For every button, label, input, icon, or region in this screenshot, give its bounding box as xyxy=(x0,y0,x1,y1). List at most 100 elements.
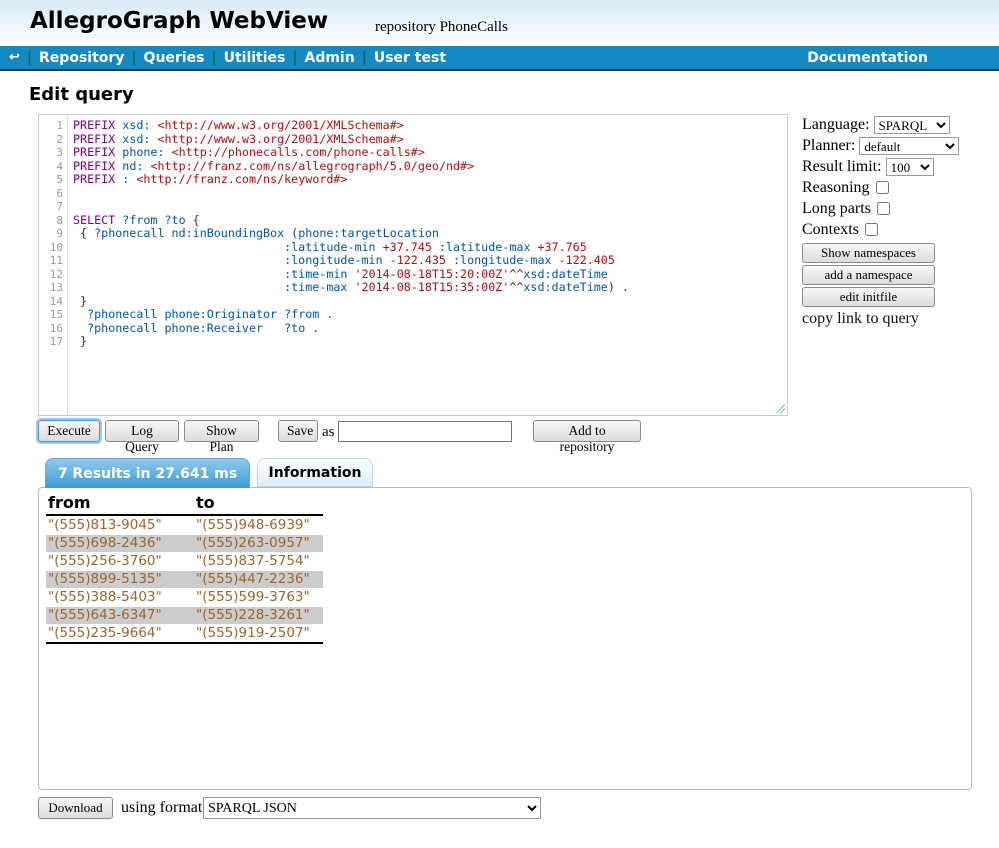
using-format-label: using format xyxy=(121,799,202,817)
code-line: PREFIX xsd: <http://www.w3.org/2001/XMLS… xyxy=(73,133,787,147)
table-cell: "(555)698-2436" xyxy=(46,535,194,552)
code-line xyxy=(73,187,787,201)
results-body: "(555)813-9045""(555)948-6939""(555)698-… xyxy=(46,517,323,644)
code-line: PREFIX phone: <http://phonecalls.com/pho… xyxy=(73,146,787,160)
editor-code[interactable]: PREFIX xsd: <http://www.w3.org/2001/XMLS… xyxy=(68,115,787,415)
table-row: "(555)643-6347""(555)228-3261" xyxy=(46,607,323,624)
result-limit-select[interactable]: 100 xyxy=(886,158,934,176)
save-name-input[interactable] xyxy=(338,421,512,442)
table-cell: "(555)235-9664" xyxy=(46,625,194,644)
tab-results[interactable]: 7 Results in 27.641 ms xyxy=(45,458,250,488)
language-row: Language: SPARQL xyxy=(802,114,994,135)
line-number: 13 xyxy=(39,281,63,295)
reasoning-label: Reasoning xyxy=(802,179,870,197)
table-row: "(555)813-9045""(555)948-6939" xyxy=(46,517,323,534)
app-title: AllegroGraph WebView xyxy=(30,8,328,34)
page: AllegroGraph WebView repository PhoneCal… xyxy=(0,0,999,848)
line-number: 9 xyxy=(39,227,63,241)
table-row: "(555)388-5403""(555)599-3763" xyxy=(46,589,323,606)
line-number: 17 xyxy=(39,335,63,349)
code-line: ?phonecall phone:Originator ?from . xyxy=(73,308,787,322)
line-number: 8 xyxy=(39,214,63,228)
language-label: Language: xyxy=(802,116,870,134)
query-editor[interactable]: 1234567891011121314151617 PREFIX xsd: <h… xyxy=(38,114,788,416)
code-line: { ?phonecall nd:inBoundingBox (phone:tar… xyxy=(73,227,787,241)
reasoning-checkbox[interactable] xyxy=(876,181,889,194)
checkbox-row: Long parts xyxy=(802,198,994,219)
results-table: fromto "(555)813-9045""(555)948-6939""(5… xyxy=(46,492,323,645)
code-line xyxy=(73,200,787,214)
table-cell: "(555)388-5403" xyxy=(46,589,194,606)
options-checkboxes: ReasoningLong partsContexts xyxy=(802,177,994,240)
table-cell: "(555)599-3763" xyxy=(194,589,323,606)
table-row: "(555)235-9664""(555)919-2507" xyxy=(46,625,323,644)
table-cell: "(555)263-0957" xyxy=(194,535,323,552)
nav-bar: ↩ |Repository|Queries|Utilities|Admin|Us… xyxy=(0,46,999,71)
nav-separator: | xyxy=(362,50,367,66)
line-number: 14 xyxy=(39,295,63,309)
tab-information[interactable]: Information xyxy=(257,458,373,487)
edit-initfile-button[interactable]: edit initfile xyxy=(802,287,935,307)
contexts-checkbox[interactable] xyxy=(865,223,878,236)
code-line: PREFIX nd: <http://franz.com/ns/allegrog… xyxy=(73,160,787,174)
table-cell: "(555)948-6939" xyxy=(194,517,323,534)
save-button[interactable]: Save xyxy=(278,420,318,442)
planner-select[interactable]: default xyxy=(859,137,959,155)
nav-item-admin[interactable]: Admin xyxy=(304,50,354,66)
code-line: } xyxy=(73,335,787,349)
add-a-namespace-button[interactable]: add a namespace xyxy=(802,265,935,285)
table-row: "(555)899-5135""(555)447-2236" xyxy=(46,571,323,588)
table-cell: "(555)228-3261" xyxy=(194,607,323,624)
actions-row: Execute Log Query Show Plan Save as Add … xyxy=(0,420,999,444)
line-number: 1 xyxy=(39,119,63,133)
execute-button[interactable]: Execute xyxy=(38,420,100,442)
table-cell: "(555)837-5754" xyxy=(194,553,323,570)
query-options-panel: Language: SPARQL Planner: default Result… xyxy=(802,114,994,328)
code-line: PREFIX : <http://franz.com/ns/keyword#> xyxy=(73,173,787,187)
save-as-label: as xyxy=(322,424,335,441)
column-header-to: to xyxy=(194,493,323,516)
results-header-row: fromto xyxy=(46,493,323,516)
result-limit-label: Result limit: xyxy=(802,158,882,176)
code-line: :latitude-min +37.745 :latitude-max +37.… xyxy=(73,241,787,255)
line-number: 11 xyxy=(39,254,63,268)
show-namespaces-button[interactable]: Show namespaces xyxy=(802,243,935,263)
code-line: } xyxy=(73,295,787,309)
table-cell: "(555)256-3760" xyxy=(46,553,194,570)
line-number: 4 xyxy=(39,160,63,174)
long-parts-checkbox[interactable] xyxy=(877,202,890,215)
nav-items: |Repository|Queries|Utilities|Admin|User… xyxy=(20,50,446,66)
nav-separator: | xyxy=(131,50,136,66)
nav-separator: | xyxy=(211,50,216,66)
table-row: "(555)698-2436""(555)263-0957" xyxy=(46,535,323,552)
download-button[interactable]: Download xyxy=(38,797,113,819)
add-to-repository-button[interactable]: Add to repository xyxy=(533,420,641,442)
code-line: SELECT ?from ?to { xyxy=(73,214,787,228)
planner-label: Planner: xyxy=(802,137,855,155)
code-line: :longitude-min -122.435 :longitude-max -… xyxy=(73,254,787,268)
planner-row: Planner: default xyxy=(802,135,994,156)
download-format-select[interactable]: SPARQL JSON xyxy=(203,797,541,819)
line-number: 12 xyxy=(39,268,63,282)
nav-item-utilities[interactable]: Utilities xyxy=(224,50,286,66)
show-plan-button[interactable]: Show Plan xyxy=(184,420,259,442)
nav-item-documentation[interactable]: Documentation xyxy=(807,50,928,66)
table-cell: "(555)919-2507" xyxy=(194,625,323,644)
line-number: 3 xyxy=(39,146,63,160)
line-number: 10 xyxy=(39,241,63,255)
table-cell: "(555)643-6347" xyxy=(46,607,194,624)
copy-link-to-query[interactable]: copy link to query xyxy=(802,310,994,328)
back-icon[interactable]: ↩ xyxy=(9,50,20,65)
nav-item-user-test[interactable]: User test xyxy=(374,50,446,66)
table-cell: "(555)899-5135" xyxy=(46,571,194,588)
code-line: :time-min '2014-08-18T15:20:00Z'^^xsd:da… xyxy=(73,268,787,282)
options-buttons: Show namespacesadd a namespaceedit initf… xyxy=(802,243,994,307)
nav-item-queries[interactable]: Queries xyxy=(144,50,205,66)
long-parts-label: Long parts xyxy=(802,200,871,218)
code-line: :time-max '2014-08-18T15:35:00Z'^^xsd:da… xyxy=(73,281,787,295)
language-select[interactable]: SPARQL xyxy=(874,116,950,134)
nav-item-repository[interactable]: Repository xyxy=(39,50,124,66)
line-number: 6 xyxy=(39,187,63,201)
download-row: Download using format SPARQL JSON xyxy=(0,797,999,823)
log-query-button[interactable]: Log Query xyxy=(105,420,179,442)
